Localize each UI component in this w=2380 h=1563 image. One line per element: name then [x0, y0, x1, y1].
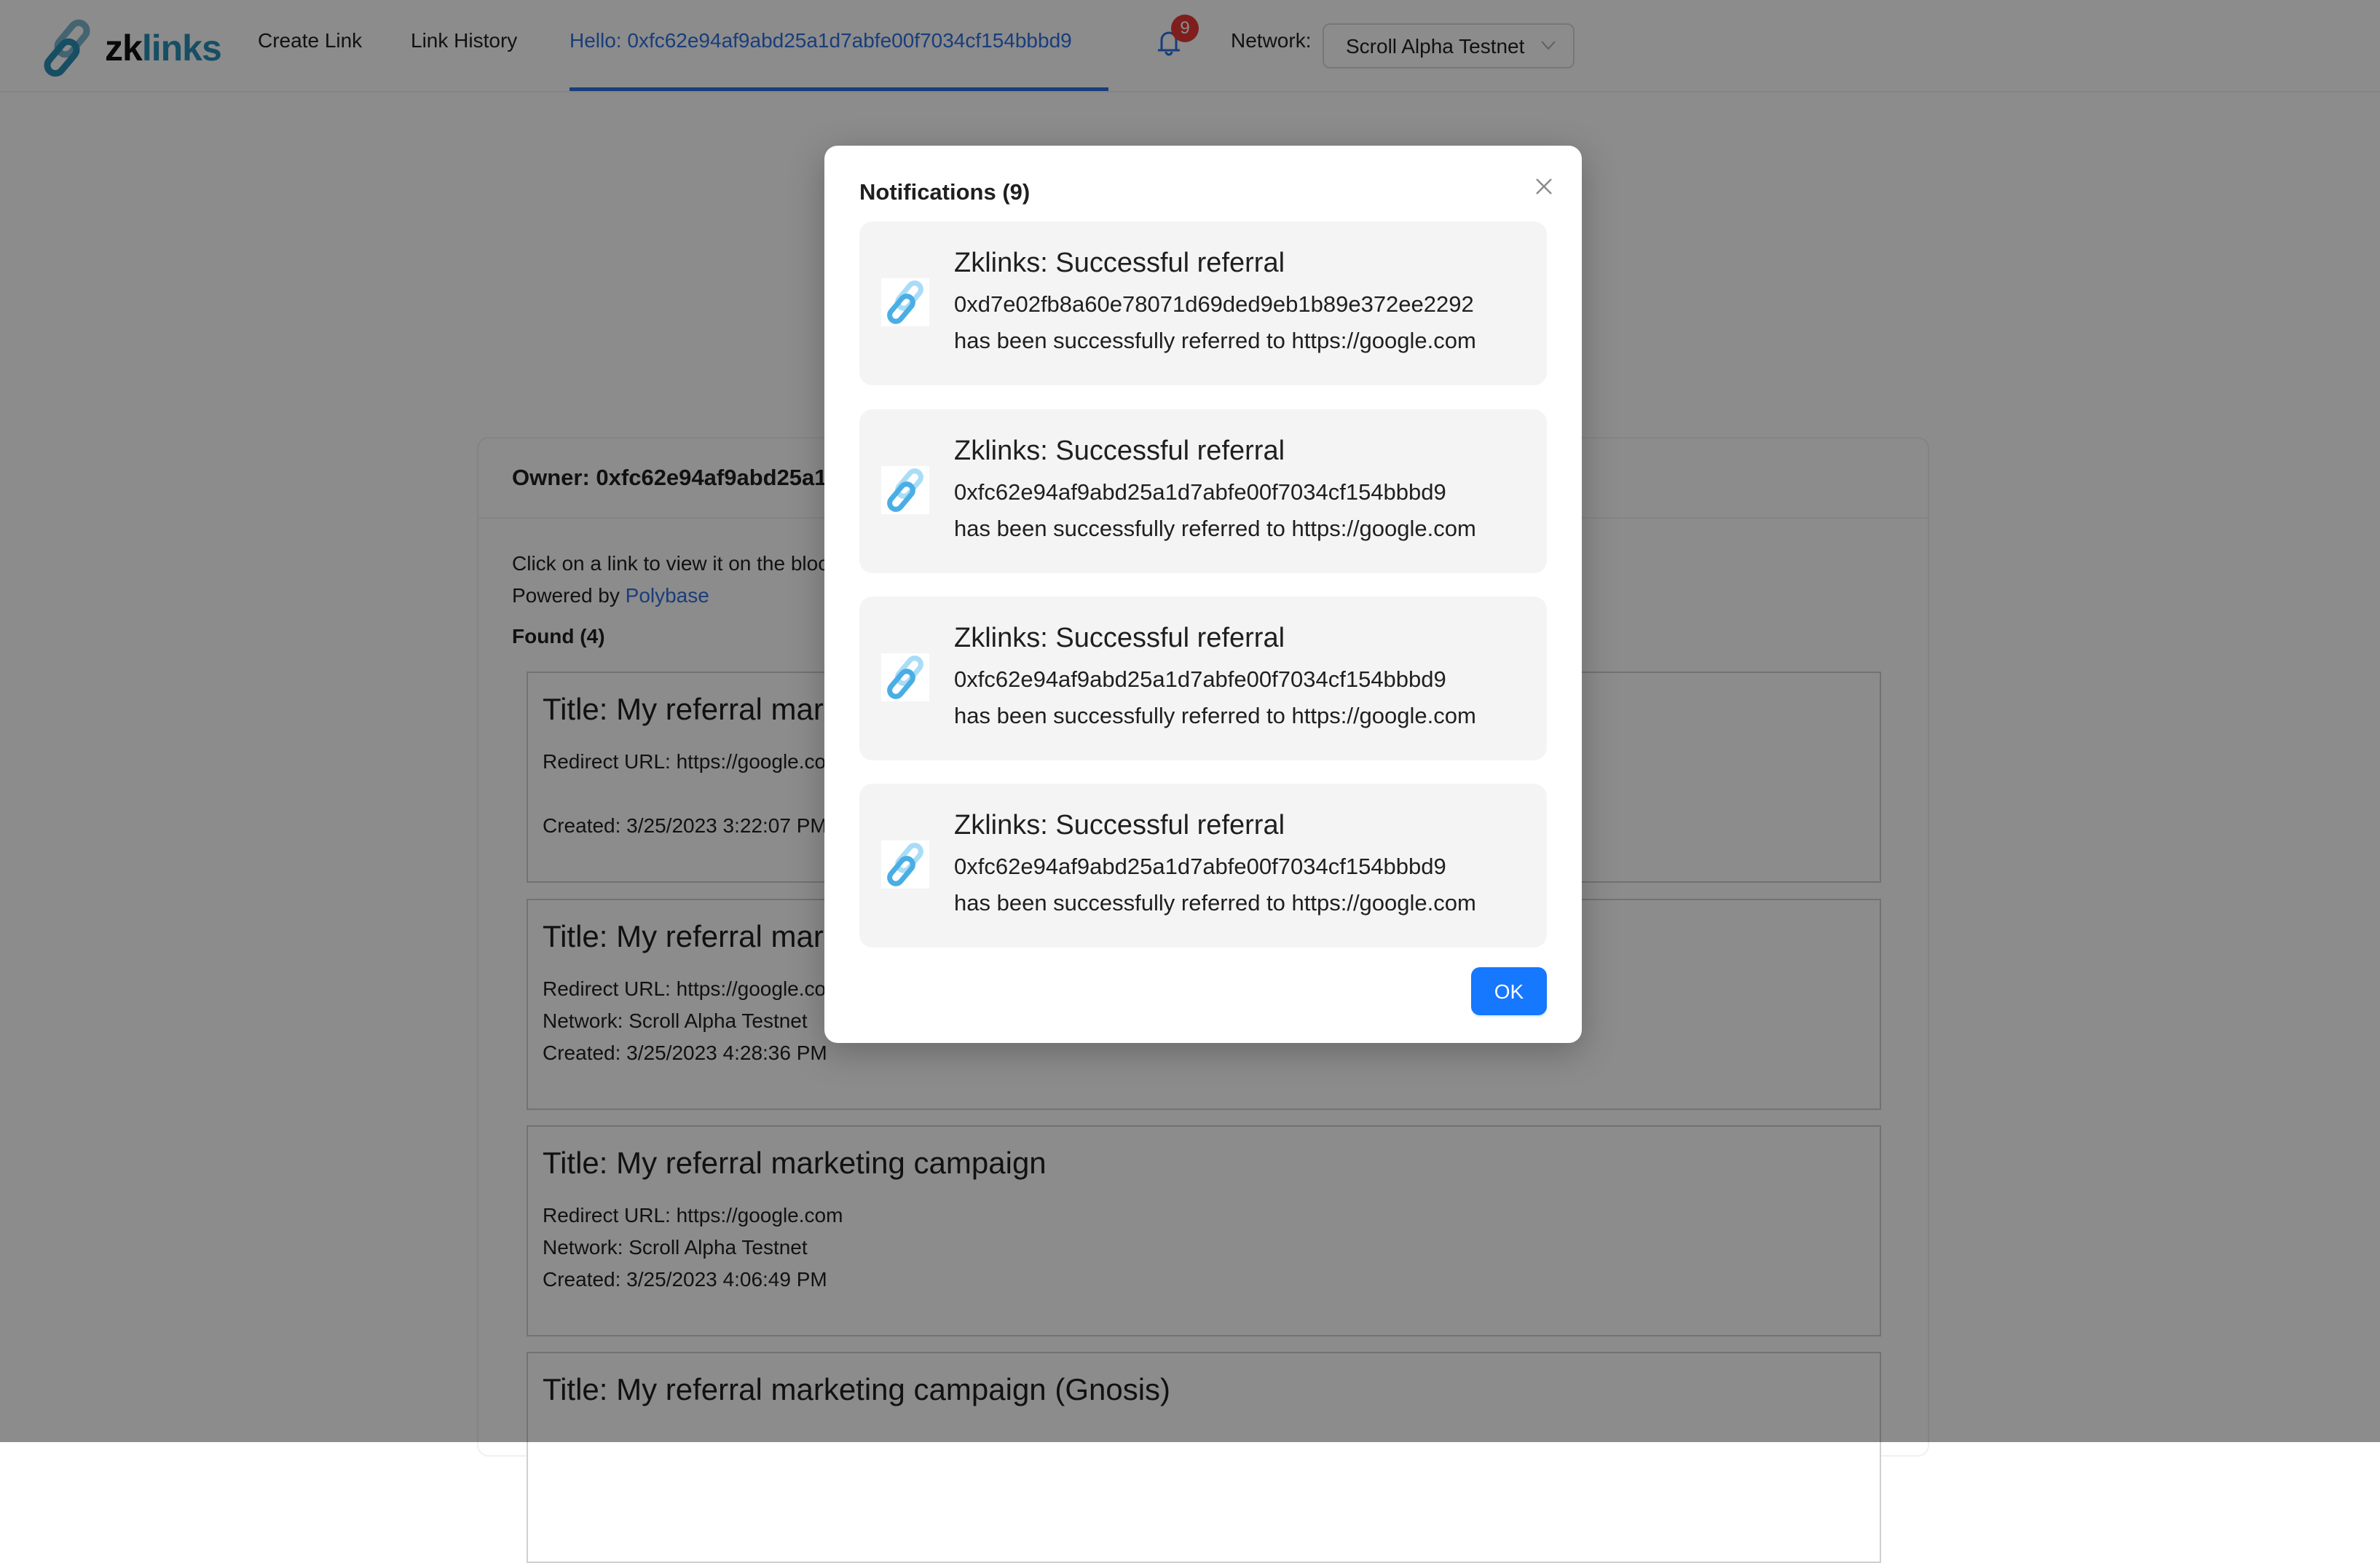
notification-message: has been successfully referred to https:…	[954, 516, 1476, 541]
modal-title: Notifications (9)	[859, 179, 1031, 205]
notification-thumbnail	[881, 840, 929, 889]
notification-title: Zklinks: Successful referral	[954, 810, 1285, 840]
notification-title: Zklinks: Successful referral	[954, 436, 1285, 466]
notification-message: has been successfully referred to https:…	[954, 890, 1476, 916]
notification-thumbnail	[881, 653, 929, 701]
notification-title: Zklinks: Successful referral	[954, 248, 1285, 278]
link-created	[543, 1490, 1865, 1522]
chain-link-icon	[887, 843, 923, 886]
notifications-modal: Notifications (9) Zklinks: Successful re…	[824, 146, 1582, 1043]
chain-link-icon	[887, 655, 923, 699]
notification-address: 0xd7e02fb8a60e78071d69ded9eb1b89e372ee22…	[954, 291, 1474, 317]
chain-link-icon	[887, 468, 923, 512]
notification-item[interactable]: Zklinks: Successful referral 0xfc62e94af…	[859, 409, 1547, 573]
link-network	[543, 1458, 1865, 1490]
chain-link-icon	[887, 280, 923, 324]
notification-item[interactable]: Zklinks: Successful referral 0xd7e02fb8a…	[859, 221, 1547, 385]
close-icon[interactable]	[1528, 170, 1560, 202]
notification-thumbnail	[881, 466, 929, 514]
notification-address: 0xfc62e94af9abd25a1d7abfe00f7034cf154bbb…	[954, 479, 1446, 505]
notification-message: has been successfully referred to https:…	[954, 328, 1476, 353]
notification-address: 0xfc62e94af9abd25a1d7abfe00f7034cf154bbb…	[954, 666, 1446, 692]
notification-title: Zklinks: Successful referral	[954, 623, 1285, 653]
notification-item[interactable]: Zklinks: Successful referral 0xfc62e94af…	[859, 784, 1547, 948]
ok-button[interactable]: OK	[1471, 967, 1547, 1015]
notification-item[interactable]: Zklinks: Successful referral 0xfc62e94af…	[859, 597, 1547, 760]
notification-address: 0xfc62e94af9abd25a1d7abfe00f7034cf154bbb…	[954, 854, 1446, 879]
notification-thumbnail	[881, 278, 929, 326]
notification-message: has been successfully referred to https:…	[954, 703, 1476, 728]
